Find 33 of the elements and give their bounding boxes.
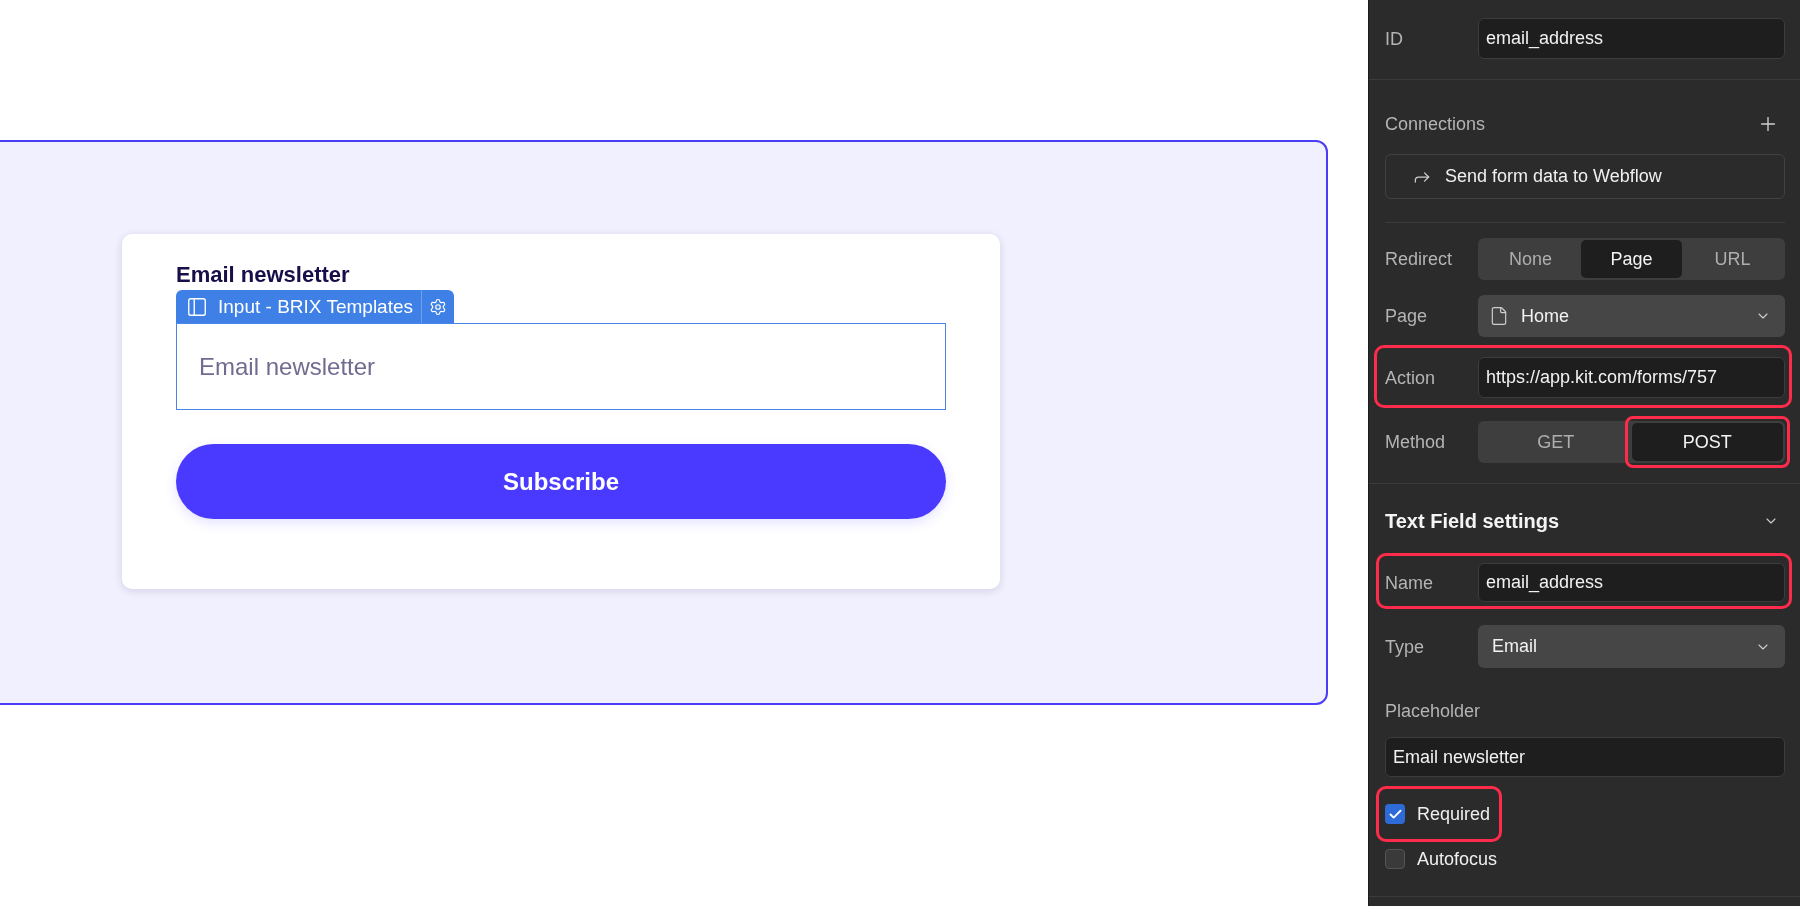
field-label: Method [1385,431,1447,454]
form-heading: Email newsletter [176,261,350,288]
settings-icon [429,297,448,316]
segment-option[interactable]: URL [1682,240,1783,278]
badge-label: Input - BRIX Templates [218,295,414,318]
page-dropdown[interactable]: Home [1478,295,1785,337]
send-form-data-button[interactable]: Send form data to Webflow [1385,154,1785,199]
field-label: Page [1385,305,1429,328]
checkbox-label: Autofocus [1417,849,1498,869]
field-label: Redirect [1385,248,1454,271]
section-title: Connections [1385,113,1486,136]
field-label: Name [1385,571,1434,595]
segment-option[interactable]: None [1480,240,1581,278]
segment-option[interactable]: Page [1581,240,1682,278]
email-input[interactable]: Email newsletter [176,323,946,410]
field-label: Action [1385,366,1437,390]
field-label: Type [1385,635,1426,659]
id-input[interactable]: email_address [1478,18,1785,59]
name-input[interactable]: email_address [1478,563,1785,602]
segment-option[interactable]: POST [1631,423,1783,461]
checkbox[interactable] [1385,849,1405,869]
type-dropdown[interactable]: Email [1478,625,1785,668]
segment-option[interactable]: GET [1480,423,1632,461]
panel-icon [186,295,208,318]
field-label: ID [1385,27,1404,51]
file-icon [1489,305,1509,327]
field-label: Placeholder [1385,700,1481,723]
checkbox[interactable] [1385,804,1405,824]
checkbox-label: Required [1417,804,1491,824]
subscribe-button[interactable]: Subscribe [176,444,946,519]
placeholder-input[interactable]: Email newsletter [1385,737,1785,777]
section-title: Text Field settings [1385,509,1560,534]
action-input[interactable]: https://app.kit.com/forms/757 [1478,357,1785,398]
